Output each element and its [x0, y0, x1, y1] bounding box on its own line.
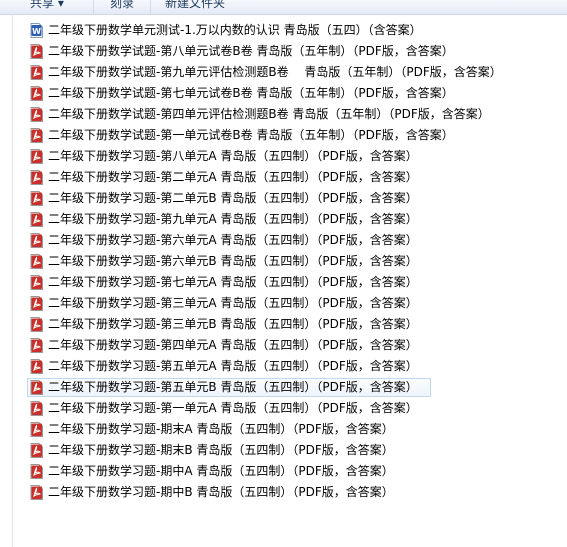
- pdf-icon: [30, 464, 43, 479]
- file-row[interactable]: 二年级下册数学试题-第九单元评估检测题B卷 青岛版（五年制）（PDF版，含答案）: [27, 63, 547, 82]
- file-row[interactable]: 二年级下册数学习题-第六单元A 青岛版（五四制）（PDF版，含答案）: [27, 231, 547, 250]
- file-name: 二年级下册数学习题-第八单元A 青岛版（五四制）（PDF版，含答案）: [48, 149, 418, 163]
- word-doc-icon: W: [30, 23, 43, 38]
- share-menu-button[interactable]: 共享 ▾: [30, 0, 64, 11]
- file-name: 二年级下册数学习题-第四单元A 青岛版（五四制）（PDF版，含答案）: [48, 338, 418, 352]
- file-row[interactable]: 二年级下册数学习题-第六单元B 青岛版（五四制）（PDF版，含答案）: [27, 252, 547, 271]
- pdf-icon: [30, 275, 43, 290]
- file-name: 二年级下册数学习题-第九单元A 青岛版（五四制）（PDF版，含答案）: [48, 212, 418, 226]
- pdf-icon: [30, 107, 43, 122]
- toolbar-divider: [93, 0, 94, 14]
- file-name: 二年级下册数学试题-第八单元试卷B卷 青岛版（五年制）（PDF版，含答案）: [48, 44, 454, 58]
- file-row[interactable]: 二年级下册数学习题-第四单元A 青岛版（五四制）（PDF版，含答案）: [27, 336, 547, 355]
- file-name: 二年级下册数学习题-第二单元A 青岛版（五四制）（PDF版，含答案）: [48, 170, 418, 184]
- file-row[interactable]: 二年级下册数学习题-第五单元A 青岛版（五四制）（PDF版，含答案）: [27, 357, 547, 376]
- file-name: 二年级下册数学单元测试-1.万以内数的认识 青岛版（五四）（含答案）: [48, 23, 422, 37]
- file-list: W 二年级下册数学单元测试-1.万以内数的认识 青岛版（五四）（含答案） 二年级下册…: [27, 21, 547, 504]
- file-name: 二年级下册数学习题-第六单元A 青岛版（五四制）（PDF版，含答案）: [48, 233, 418, 247]
- file-row[interactable]: 二年级下册数学习题-第八单元A 青岛版（五四制）（PDF版，含答案）: [27, 147, 547, 166]
- command-bar: 共享 ▾ 刻录 新建文件夹: [0, 0, 567, 15]
- file-row[interactable]: 二年级下册数学试题-第一单元试卷B卷 青岛版（五年制）（PDF版，含答案）: [27, 126, 547, 145]
- pdf-icon: [30, 191, 43, 206]
- pdf-icon: [30, 170, 43, 185]
- pdf-icon: [30, 443, 43, 458]
- file-name: 二年级下册数学习题-第三单元A 青岛版（五四制）（PDF版，含答案）: [48, 296, 418, 310]
- pdf-icon: [30, 422, 43, 437]
- pdf-icon: [30, 254, 43, 269]
- file-name: 二年级下册数学习题-第二单元B 青岛版（五四制）（PDF版，含答案）: [48, 191, 418, 205]
- file-row[interactable]: 二年级下册数学试题-第七单元试卷B卷 青岛版（五年制）（PDF版，含答案）: [27, 84, 547, 103]
- file-name: 二年级下册数学试题-第七单元试卷B卷 青岛版（五年制）（PDF版，含答案）: [48, 86, 454, 100]
- file-row[interactable]: 二年级下册数学习题-期中A 青岛版（五四制）（PDF版，含答案）: [27, 462, 547, 481]
- file-row[interactable]: 二年级下册数学习题-第九单元A 青岛版（五四制）（PDF版，含答案）: [27, 210, 547, 229]
- file-name: 二年级下册数学试题-第一单元试卷B卷 青岛版（五年制）（PDF版，含答案）: [48, 128, 454, 142]
- file-row[interactable]: 二年级下册数学习题-期中B 青岛版（五四制）（PDF版，含答案）: [27, 483, 547, 502]
- navigation-pane[interactable]: [0, 15, 13, 547]
- burn-button[interactable]: 刻录: [110, 0, 134, 11]
- file-name: 二年级下册数学习题-期末B 青岛版（五四制）（PDF版，含答案）: [48, 443, 394, 457]
- file-row[interactable]: W 二年级下册数学单元测试-1.万以内数的认识 青岛版（五四）（含答案）: [27, 21, 547, 40]
- file-row[interactable]: 二年级下册数学习题-第二单元B 青岛版（五四制）（PDF版，含答案）: [27, 189, 547, 208]
- pdf-icon: [30, 317, 43, 332]
- file-name: 二年级下册数学习题-第六单元B 青岛版（五四制）（PDF版，含答案）: [48, 254, 418, 268]
- new-folder-button[interactable]: 新建文件夹: [165, 0, 225, 11]
- file-row[interactable]: 二年级下册数学习题-第一单元A 青岛版（五四制）（PDF版，含答案）: [27, 399, 547, 418]
- pdf-icon: [30, 233, 43, 248]
- file-name: 二年级下册数学习题-第七单元A 青岛版（五四制）（PDF版，含答案）: [48, 275, 418, 289]
- file-name: 二年级下册数学习题-第三单元B 青岛版（五四制）（PDF版，含答案）: [48, 317, 418, 331]
- file-name: 二年级下册数学习题-第一单元A 青岛版（五四制）（PDF版，含答案）: [48, 401, 418, 415]
- file-row[interactable]: 二年级下册数学习题-第七单元A 青岛版（五四制）（PDF版，含答案）: [27, 273, 547, 292]
- file-row[interactable]: 二年级下册数学习题-第五单元B 青岛版（五四制）（PDF版，含答案）: [27, 378, 431, 397]
- file-row[interactable]: 二年级下册数学习题-第三单元A 青岛版（五四制）（PDF版，含答案）: [27, 294, 547, 313]
- file-name: 二年级下册数学习题-期中B 青岛版（五四制）（PDF版，含答案）: [48, 485, 394, 499]
- svg-text:W: W: [32, 27, 41, 36]
- file-name: 二年级下册数学习题-期中A 青岛版（五四制）（PDF版，含答案）: [48, 464, 394, 478]
- pdf-icon: [30, 149, 43, 164]
- file-row[interactable]: 二年级下册数学习题-期末A 青岛版（五四制）（PDF版，含答案）: [27, 420, 547, 439]
- pdf-icon: [30, 296, 43, 311]
- toolbar-divider: [150, 0, 151, 14]
- pdf-icon: [30, 65, 43, 80]
- file-name: 二年级下册数学试题-第四单元评估检测题B卷 青岛版（五年制）（PDF版，含答案）: [48, 107, 490, 121]
- file-name: 二年级下册数学习题-第五单元A 青岛版（五四制）（PDF版，含答案）: [48, 359, 418, 373]
- pdf-icon: [30, 359, 43, 374]
- file-row[interactable]: 二年级下册数学试题-第八单元试卷B卷 青岛版（五年制）（PDF版，含答案）: [27, 42, 547, 61]
- file-row[interactable]: 二年级下册数学习题-第二单元A 青岛版（五四制）（PDF版，含答案）: [27, 168, 547, 187]
- pdf-icon: [30, 86, 43, 101]
- pdf-icon: [30, 338, 43, 353]
- pdf-icon: [30, 485, 43, 500]
- pdf-icon: [30, 128, 43, 143]
- pdf-icon: [30, 401, 43, 416]
- file-name: 二年级下册数学试题-第九单元评估检测题B卷 青岛版（五年制）（PDF版，含答案）: [48, 65, 502, 79]
- file-name: 二年级下册数学习题-期末A 青岛版（五四制）（PDF版，含答案）: [48, 422, 394, 436]
- pdf-icon: [30, 212, 43, 227]
- file-row[interactable]: 二年级下册数学习题-期末B 青岛版（五四制）（PDF版，含答案）: [27, 441, 547, 460]
- file-row[interactable]: 二年级下册数学习题-第三单元B 青岛版（五四制）（PDF版，含答案）: [27, 315, 547, 334]
- file-row[interactable]: 二年级下册数学试题-第四单元评估检测题B卷 青岛版（五年制）（PDF版，含答案）: [27, 105, 547, 124]
- pdf-icon: [30, 380, 43, 395]
- pdf-icon: [30, 44, 43, 59]
- file-name: 二年级下册数学习题-第五单元B 青岛版（五四制）（PDF版，含答案）: [48, 380, 418, 394]
